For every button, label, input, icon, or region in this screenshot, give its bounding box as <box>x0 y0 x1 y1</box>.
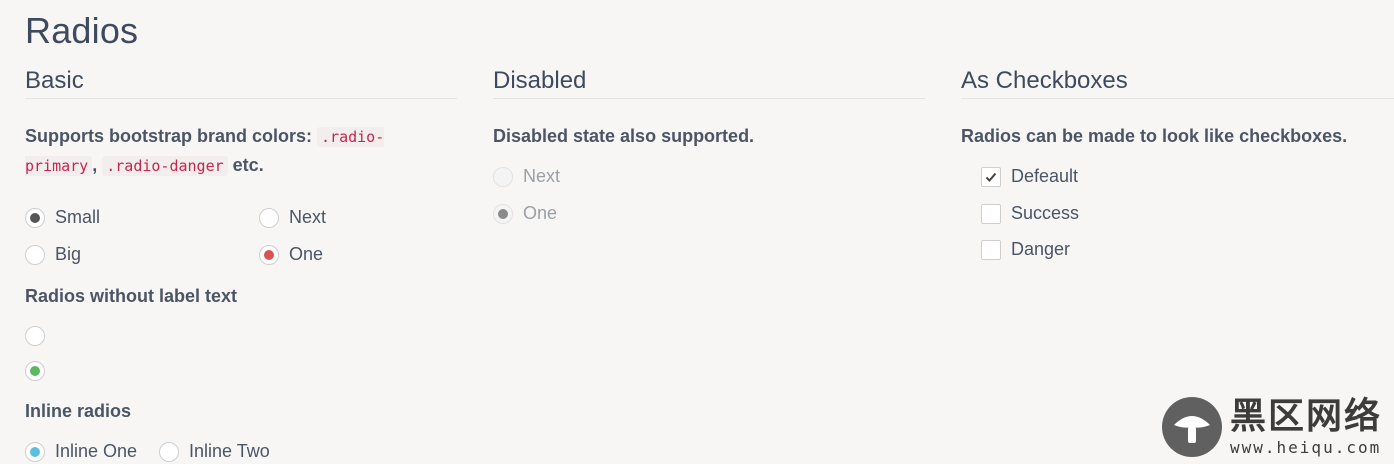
checkbox-danger-control[interactable] <box>981 239 1001 260</box>
watermark-url: www.heiqu.com <box>1230 438 1382 457</box>
radio-one-danger[interactable]: One <box>259 244 323 265</box>
checkbox-radio-success[interactable]: Success <box>981 203 1079 224</box>
disabled-section: Disabled Disabled state also supported. <box>493 64 925 150</box>
radio-big-label: Big <box>55 244 82 264</box>
mushroom-logo-icon <box>1162 396 1222 457</box>
radio-no-label-2[interactable] <box>25 361 45 381</box>
checkbox-success-control[interactable] <box>981 203 1001 224</box>
radio-next-control[interactable] <box>259 207 279 228</box>
radio-inline-one-label: Inline One <box>55 441 138 461</box>
checkbox-danger-label: Danger <box>1011 239 1071 259</box>
radio-inline-two-control[interactable] <box>159 441 179 462</box>
basic-heading: Basic <box>25 64 457 99</box>
basic-lead: Supports bootstrap brand colors: .radio-… <box>25 126 385 176</box>
checkbox-default-control[interactable] <box>981 166 1001 187</box>
checkboxes-heading: As Checkboxes <box>961 64 1394 99</box>
check-icon <box>985 172 997 182</box>
radio-inline-one[interactable]: Inline One <box>25 441 137 462</box>
radio-big[interactable]: Big <box>25 244 81 265</box>
radio-one-label: One <box>289 244 324 264</box>
radio-next-label: Next <box>289 207 327 227</box>
checkbox-success-label: Success <box>1011 203 1080 223</box>
radio-no-label-1[interactable] <box>25 326 45 346</box>
inline-title: Inline radios <box>25 401 132 421</box>
code-radio-danger: .radio-danger <box>102 156 228 176</box>
disabled-heading: Disabled <box>493 64 925 99</box>
page: Radios Basic Supports bootstrap brand co… <box>0 0 1394 464</box>
radio-disabled-next-control <box>493 166 513 187</box>
radio-inline-two-label: Inline Two <box>189 441 270 461</box>
radio-disabled-next-label: Next <box>523 166 561 186</box>
watermark-cn: 黑区网络 <box>1230 395 1383 436</box>
radio-small[interactable]: Small <box>25 207 100 228</box>
basic-lead-prefix: Supports bootstrap brand colors: <box>25 126 318 146</box>
basic-section: Basic Supports bootstrap brand colors: .… <box>25 64 457 180</box>
radio-checked-dot <box>30 212 40 223</box>
radio-inline-one-control[interactable] <box>25 441 45 462</box>
radio-big-control[interactable] <box>25 244 45 265</box>
no-label-title: Radios without label text <box>25 286 238 306</box>
radio-checked-dot <box>264 249 274 260</box>
watermark: 黑区网络 www.heiqu.com <box>1162 396 1382 457</box>
checkbox-radio-danger[interactable]: Danger <box>981 239 1070 260</box>
basic-lead-suffix: etc. <box>232 155 264 175</box>
radio-checked-dot <box>30 366 40 376</box>
checkbox-default-label: Defeault <box>1011 166 1079 186</box>
checkbox-radio-default[interactable]: Defeault <box>981 166 1078 187</box>
radio-disabled-next: Next <box>493 166 560 187</box>
radio-next[interactable]: Next <box>259 207 326 228</box>
radio-inline-two[interactable]: Inline Two <box>159 441 270 462</box>
radio-one-control[interactable] <box>259 244 279 265</box>
radio-small-control[interactable] <box>25 207 45 228</box>
radio-disabled-one: One <box>493 203 557 224</box>
watermark-text: 黑区网络 www.heiqu.com <box>1230 395 1383 458</box>
radio-disabled-one-label: One <box>523 203 558 223</box>
checkboxes-section: As Checkboxes Radios can be made to look… <box>961 64 1394 150</box>
disabled-lead: Disabled state also supported. <box>493 126 755 146</box>
page-title: Radios <box>25 10 139 51</box>
radio-small-label: Small <box>55 207 101 227</box>
checkboxes-lead: Radios can be made to look like checkbox… <box>961 126 1348 146</box>
radio-checked-dot <box>498 208 508 219</box>
radio-checked-dot <box>30 446 40 457</box>
radio-disabled-one-control <box>493 203 513 224</box>
